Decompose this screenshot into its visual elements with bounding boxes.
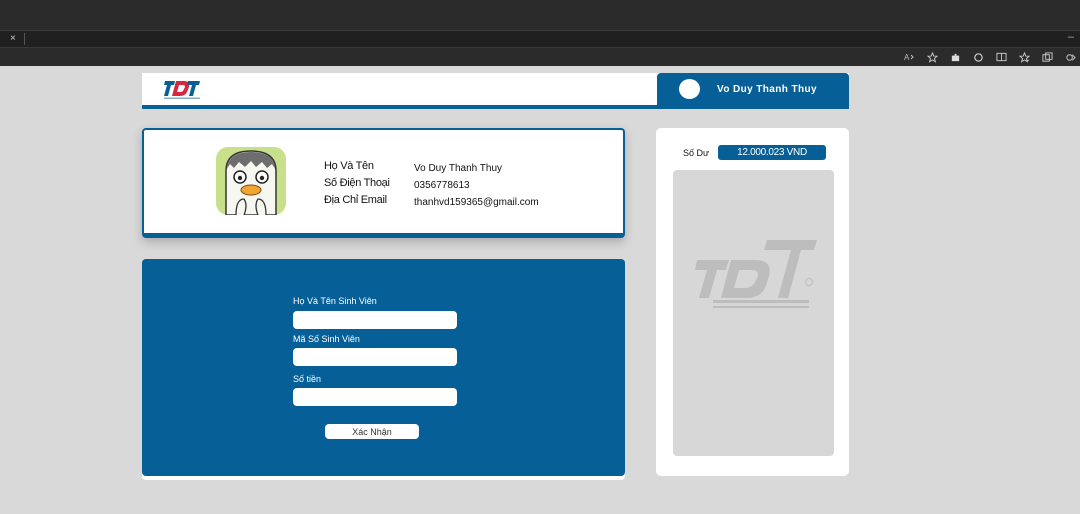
name-value: Vo Duy Thanh Thuy [414, 163, 503, 174]
tab-divider [24, 33, 25, 45]
amount-input[interactable] [293, 388, 457, 406]
phone-label: Số Điện Thoại [324, 177, 390, 189]
minimize-icon[interactable]: – [1068, 31, 1074, 43]
extensions-icon[interactable] [948, 50, 963, 64]
favorites-icon[interactable] [1017, 50, 1032, 64]
amount-label: Số tiền [293, 374, 322, 384]
split-screen-icon[interactable] [994, 50, 1009, 64]
student-id-input[interactable] [293, 348, 457, 366]
browser-title-bar [0, 0, 1080, 30]
svg-text:A: A [904, 53, 910, 62]
tdt-logo[interactable] [162, 78, 204, 102]
profile-card: Họ Và Tên Số Điện Thoại Địa Chỉ Email Vo… [142, 128, 625, 238]
browser-toolbar: A [0, 47, 1080, 66]
more-icon[interactable] [1063, 50, 1078, 64]
read-aloud-icon[interactable]: A [902, 50, 917, 64]
close-tab-icon[interactable]: × [10, 33, 16, 45]
collections-icon[interactable] [1040, 50, 1055, 64]
duck-avatar [216, 147, 286, 215]
payment-form: Họ Và Tên Sinh Viên Mã Số Sinh Viên Số t… [142, 259, 625, 476]
email-value: thanhvd159365@gmail.com [414, 197, 539, 208]
balance-display-area [673, 170, 834, 456]
user-avatar-icon [679, 79, 700, 99]
balance-panel: Số Dư 12.000.023 VND [656, 128, 849, 476]
browser-tab-strip: × – [0, 30, 1080, 47]
refresh-icon[interactable] [971, 50, 986, 64]
student-name-input[interactable] [293, 311, 457, 329]
confirm-button[interactable]: Xác Nhận [325, 424, 419, 439]
user-menu[interactable]: Vo Duy Thanh Thuy [657, 73, 849, 109]
email-label: Địa Chỉ Email [324, 194, 387, 206]
phone-value: 0356778613 [414, 180, 470, 191]
tdt-watermark-logo [695, 240, 817, 308]
profile-labels: Họ Và Tên Số Điện Thoại Địa Chỉ Email [324, 158, 390, 209]
student-name-label: Họ Và Tên Sinh Viên [293, 296, 377, 306]
name-label: Họ Và Tên [324, 160, 374, 172]
balance-label: Số Dư [683, 148, 710, 158]
user-name: Vo Duy Thanh Thuy [717, 84, 817, 95]
profile-values: Vo Duy Thanh Thuy 0356778613 thanhvd1593… [414, 160, 539, 211]
favorite-star-icon[interactable] [925, 50, 940, 64]
balance-value: 12.000.023 VND [718, 145, 826, 160]
student-id-label: Mã Số Sinh Viên [293, 334, 360, 344]
